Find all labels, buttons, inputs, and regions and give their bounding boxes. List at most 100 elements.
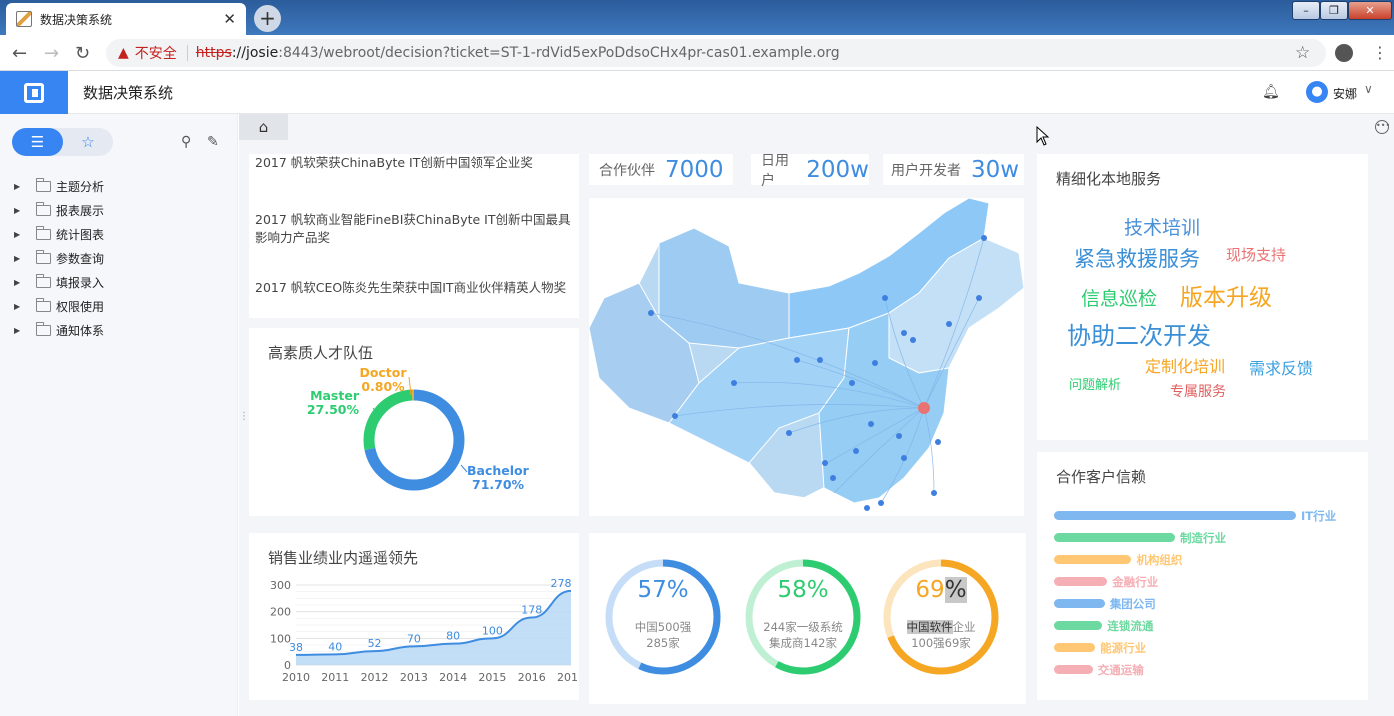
ring-label-line1: 244家一级系统 <box>763 620 843 634</box>
caret-right-icon[interactable]: ▶ <box>14 326 36 335</box>
client-bar[interactable] <box>1054 555 1132 564</box>
y-tick-label: 200 <box>270 606 291 619</box>
more-options-icon[interactable]: ••• <box>1375 120 1390 134</box>
client-bar[interactable] <box>1054 533 1175 542</box>
x-tick-label: 2010 <box>282 671 310 684</box>
stat-value: 30w <box>971 156 1020 183</box>
sidebar-item[interactable]: ▶ 填报录入 <box>14 271 214 293</box>
client-bar[interactable] <box>1054 577 1108 586</box>
sidebar-item[interactable]: ▶ 参数查询 <box>14 247 214 269</box>
ring-label-line1: 中国软件企业 <box>887 619 995 635</box>
folder-icon <box>36 273 51 288</box>
x-tick-label: 2015 <box>478 671 506 684</box>
search-icon[interactable]: ⚲ <box>181 134 191 150</box>
donut-label-name: Bachelor <box>467 463 530 478</box>
caret-right-icon[interactable]: ▶ <box>14 302 36 311</box>
sidebar-item[interactable]: ▶ 统计图表 <box>14 223 214 245</box>
home-tab[interactable]: ⌂ <box>239 114 288 140</box>
sidebar-item[interactable]: ▶ 通知体系 <box>14 319 214 341</box>
sidebar-item[interactable]: ▶ 报表展示 <box>14 199 214 221</box>
client-bar[interactable] <box>1054 665 1093 674</box>
x-tick-label: 2012 <box>361 671 389 684</box>
reload-icon[interactable]: ↻ <box>75 43 90 64</box>
data-label: 40 <box>328 640 342 653</box>
ring-percent-sign: % <box>944 577 967 603</box>
tab-close-icon[interactable]: ✕ <box>223 10 236 28</box>
tag-word: 现场支持 <box>1226 246 1287 264</box>
ring-label-line2: 285家 <box>646 636 680 650</box>
back-icon[interactable]: ← <box>12 43 27 64</box>
china-map <box>588 197 1025 511</box>
news-item[interactable]: 2017 帆软商业智能FineBI获ChinaByte IT创新中国最具影响力产… <box>255 211 575 247</box>
caret-right-icon[interactable]: ▶ <box>14 230 36 239</box>
ring-percent: 58% <box>777 577 829 603</box>
tag-word: 信息巡检 <box>1081 288 1158 310</box>
browser-menu-icon[interactable]: ⋮ <box>1372 43 1388 62</box>
hq-marker <box>918 402 930 414</box>
caret-right-icon[interactable]: ▶ <box>14 182 36 191</box>
news-card: 2017 帆软荣获ChinaByte IT创新中国领军企业奖 2017 帆软商业… <box>249 154 579 318</box>
news-item[interactable]: 2017 帆软荣获ChinaByte IT创新中国领军企业奖 <box>255 154 575 172</box>
rings-card: 57% 中国500强 285家 58% 244家一级系统 集成商142家 69%… <box>589 533 1026 704</box>
sidebar-item-label: 主题分析 <box>56 179 105 194</box>
client-bar-label: 金融行业 <box>1112 575 1159 589</box>
warning-icon: ▲ <box>118 45 129 61</box>
url-divider <box>186 45 188 61</box>
sales-card: 销售业绩业内遥遥领先 0 100 200 300 2010 2011 2012 2013 201… <box>249 533 579 700</box>
sidebar-item[interactable]: ▶ 权限使用 <box>14 295 214 317</box>
window-close-button[interactable]: ✕ <box>1348 1 1392 20</box>
favicon-icon <box>16 11 32 27</box>
home-icon: ⌂ <box>258 118 269 136</box>
avatar[interactable]: ● <box>1306 81 1328 103</box>
donut-label-value: 27.50% <box>307 402 360 417</box>
clients-card: 合作客户信赖 IT行业 制造行业 机构组织 金融行业 集团公司 连锁流通 能源行业 交通运输 <box>1037 452 1368 700</box>
news-item[interactable]: 2017 帆软CEO陈炎先生荣获中国IT商业伙伴精英人物奖 <box>255 279 575 297</box>
client-bar-label: 能源行业 <box>1100 641 1147 655</box>
x-tick-label: 2013 <box>400 671 428 684</box>
tag-word: 技术培训 <box>1124 217 1201 239</box>
bell-icon[interactable]: 🔔︎ <box>1262 84 1280 100</box>
caret-right-icon[interactable]: ▶ <box>14 254 36 263</box>
stat-label: 合作伙伴 <box>599 162 655 179</box>
tag-word: 问题解析 <box>1069 378 1122 393</box>
bookmark-star-icon[interactable]: ☆ <box>1295 43 1310 63</box>
talent-donut-chart: Bachelor71.70% Master27.50% Doctor0.80% <box>307 365 530 492</box>
list-view-button[interactable]: ☰ <box>12 128 63 156</box>
minimize-button[interactable]: – <box>1292 1 1320 20</box>
url-field[interactable]: ▲ 不安全 https ://josie :8443/webroot/decis… <box>106 39 1326 67</box>
client-bar[interactable] <box>1054 599 1105 608</box>
app-title: 数据决策系统 <box>83 84 174 102</box>
stat-label: 日用户 <box>761 152 789 189</box>
caret-right-icon[interactable]: ▶ <box>14 206 36 215</box>
card-title: 精细化本地服务 <box>1056 170 1162 188</box>
sidebar-item[interactable]: ▶ 主题分析 <box>14 175 214 197</box>
chevron-down-icon[interactable]: ∨ <box>1364 82 1373 96</box>
app-logo[interactable] <box>0 71 68 114</box>
tag-word: 版本升级 <box>1180 285 1272 311</box>
tag-word: 专属服务 <box>1170 384 1226 400</box>
user-name[interactable]: 安娜 <box>1333 85 1357 102</box>
forward-icon[interactable]: → <box>44 43 59 64</box>
client-bar[interactable] <box>1054 621 1103 630</box>
sidebar-item-label: 权限使用 <box>56 299 105 314</box>
stat-daily-users: 日用户 200w <box>751 153 869 189</box>
new-tab-button[interactable]: + <box>254 5 281 32</box>
x-tick-label: 2016 <box>518 671 546 684</box>
stat-developers: 用户开发者 30w <box>883 154 1024 185</box>
favorites-button[interactable]: ☆ <box>63 128 113 156</box>
maximize-button[interactable]: ❐ <box>1320 1 1348 20</box>
pin-icon[interactable]: ✎ <box>207 134 219 150</box>
local-service-card: 精细化本地服务 技术培训 紧急救援服务 现场支持 信息巡检 版本升级 协助二次开… <box>1037 154 1368 440</box>
url-host: ://josie <box>231 45 279 61</box>
url-scheme: https <box>195 45 232 61</box>
caret-right-icon[interactable]: ▶ <box>14 278 36 287</box>
profile-icon[interactable] <box>1335 44 1353 62</box>
client-bar[interactable] <box>1054 643 1096 652</box>
ring-label-rest: 企业 <box>952 620 976 634</box>
client-bar[interactable] <box>1054 511 1296 520</box>
ring-percent: 57% <box>637 577 689 603</box>
china-map-card <box>588 197 1025 516</box>
drag-handle-icon[interactable]: ⋮ <box>239 411 249 422</box>
browser-tab[interactable]: 数据决策系统 ✕ <box>6 3 246 35</box>
security-label[interactable]: 不安全 <box>135 43 177 63</box>
